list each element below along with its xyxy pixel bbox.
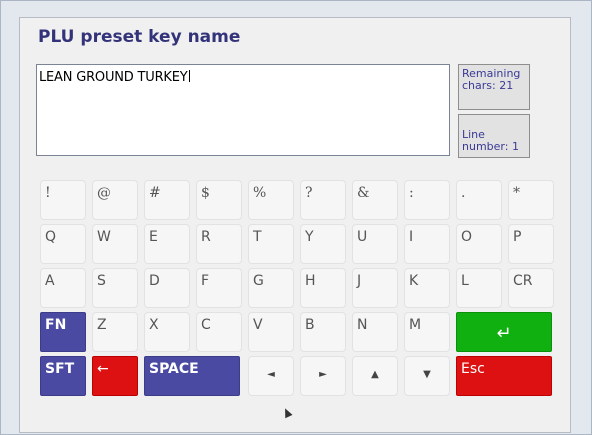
key-w[interactable]: W <box>92 224 138 264</box>
key-e[interactable]: E <box>144 224 190 264</box>
key-v[interactable]: V <box>248 312 294 352</box>
key-colon[interactable]: : <box>404 180 450 220</box>
remaining-chars-label: Remaining chars: 21 <box>462 67 521 92</box>
arrow-right-key[interactable]: ► <box>300 356 346 396</box>
key-n[interactable]: N <box>352 312 398 352</box>
arrow-down-key[interactable]: ▼ <box>404 356 450 396</box>
arrow-left-key[interactable]: ◄ <box>248 356 294 396</box>
dialog-window: PLU preset key name LEAN GROUND TURKEY R… <box>0 0 592 435</box>
key-j[interactable]: J <box>352 268 398 308</box>
key-asterisk[interactable]: * <box>508 180 554 220</box>
line-number-box: Line number: 1 <box>458 114 530 158</box>
key-hash[interactable]: # <box>144 180 190 220</box>
key-sft[interactable]: SFT <box>40 356 86 396</box>
key-period[interactable]: . <box>456 180 502 220</box>
key-fn[interactable]: FN <box>40 312 86 352</box>
dialog-client: PLU preset key name LEAN GROUND TURKEY R… <box>19 17 571 433</box>
key-f[interactable]: F <box>196 268 242 308</box>
key-p[interactable]: P <box>508 224 554 264</box>
key-i[interactable]: I <box>404 224 450 264</box>
key-z[interactable]: Z <box>92 312 138 352</box>
esc-key[interactable]: Esc <box>456 356 552 396</box>
key-y[interactable]: Y <box>300 224 346 264</box>
key-b[interactable]: B <box>300 312 346 352</box>
key-x[interactable]: X <box>144 312 190 352</box>
key-o[interactable]: O <box>456 224 502 264</box>
arrow-up-key[interactable]: ▲ <box>352 356 398 396</box>
name-input[interactable]: LEAN GROUND TURKEY <box>36 64 450 156</box>
key-d[interactable]: D <box>144 268 190 308</box>
name-input-value: LEAN GROUND TURKEY <box>39 70 190 85</box>
line-number-label: Line number: 1 <box>462 128 519 153</box>
key-h[interactable]: H <box>300 268 346 308</box>
key-c[interactable]: C <box>196 312 242 352</box>
key-r[interactable]: R <box>196 224 242 264</box>
remaining-chars-box: Remaining chars: 21 <box>458 64 530 110</box>
key-t[interactable]: T <box>248 224 294 264</box>
key-u[interactable]: U <box>352 224 398 264</box>
key-dollar[interactable]: $ <box>196 180 242 220</box>
key-a[interactable]: A <box>40 268 86 308</box>
backspace-key[interactable]: ← <box>92 356 138 396</box>
key-cr[interactable]: CR <box>508 268 554 308</box>
key-m[interactable]: M <box>404 312 450 352</box>
key-k[interactable]: K <box>404 268 450 308</box>
text-caret <box>188 70 190 82</box>
enter-key[interactable]: ↵ <box>456 312 552 352</box>
key-s[interactable]: S <box>92 268 138 308</box>
key-ampersand[interactable]: & <box>352 180 398 220</box>
key-percent[interactable]: % <box>248 180 294 220</box>
dialog-title: PLU preset key name <box>38 27 241 47</box>
key-question[interactable]: ? <box>300 180 346 220</box>
key-q[interactable]: Q <box>40 224 86 264</box>
key-at[interactable]: @ <box>92 180 138 220</box>
key-l[interactable]: L <box>456 268 502 308</box>
key-g[interactable]: G <box>248 268 294 308</box>
key-exclamation[interactable]: ! <box>40 180 86 220</box>
space-key[interactable]: SPACE <box>144 356 240 396</box>
